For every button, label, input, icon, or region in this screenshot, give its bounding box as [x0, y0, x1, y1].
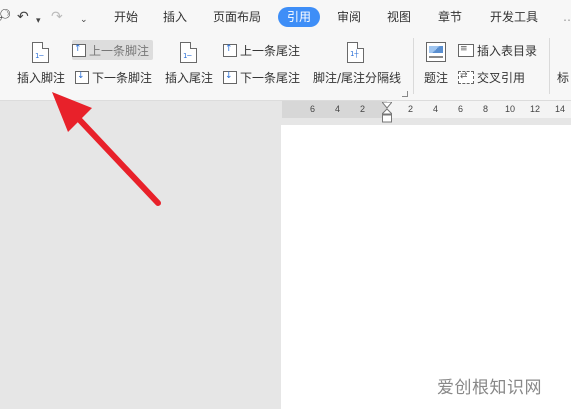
red-arrow-pointer: [52, 92, 161, 206]
watermark: 爱创根知识网: [437, 378, 542, 398]
